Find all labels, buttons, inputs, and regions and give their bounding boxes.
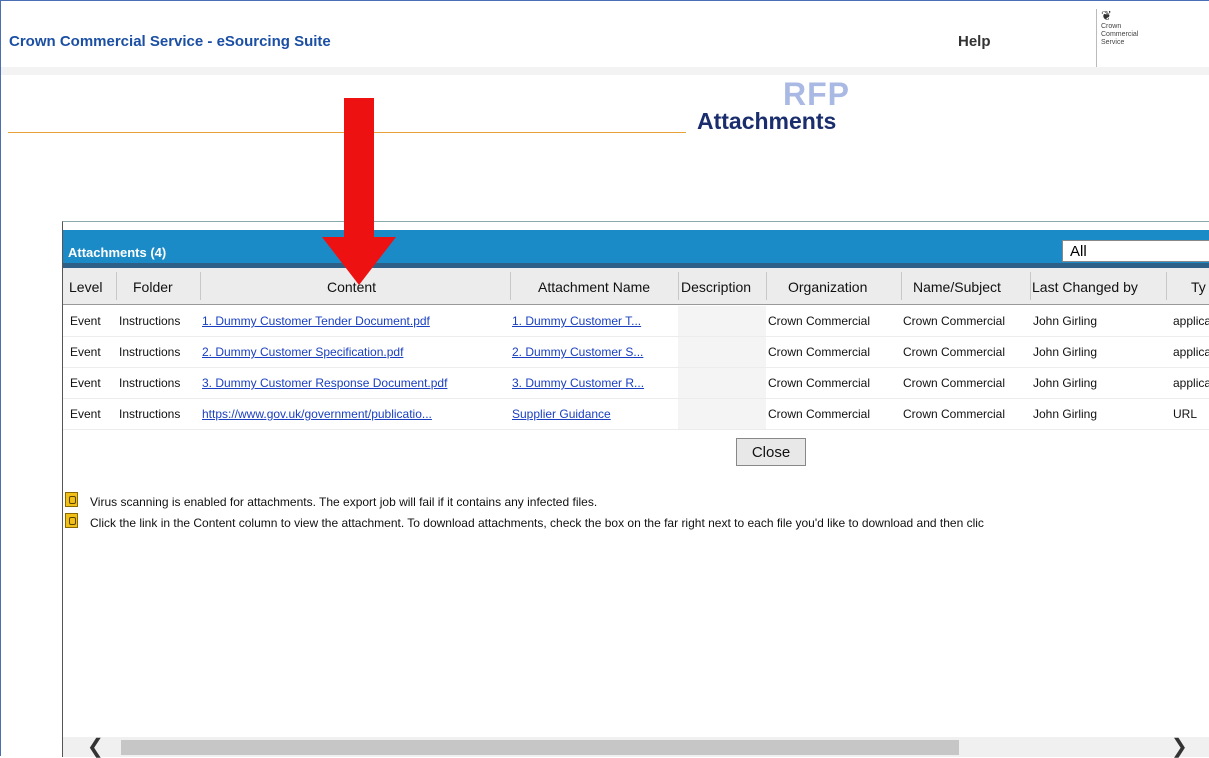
column-separator: [1030, 272, 1031, 300]
filter-dropdown[interactable]: All: [1062, 240, 1209, 262]
cell-last-changed-by: John Girling: [1033, 314, 1098, 328]
cell-type: applica: [1173, 345, 1209, 359]
attachments-dialog: Attachments (4) All Level Folder Content…: [62, 221, 1209, 757]
attachment-name-link[interactable]: Supplier Guidance: [512, 407, 611, 421]
column-separator: [1166, 272, 1167, 300]
column-header-last-changed-by[interactable]: Last Changed by: [1032, 279, 1138, 295]
cell-folder: Instructions: [119, 376, 181, 390]
attachment-name-link[interactable]: 2. Dummy Customer S...: [512, 345, 643, 359]
note-text: Click the link in the Content column to …: [90, 516, 984, 530]
cell-level: Event: [70, 345, 101, 359]
note-icon: [65, 513, 78, 528]
cell-organization: Crown Commercial: [768, 345, 871, 359]
dialog-header: Attachments (4) All: [63, 230, 1209, 263]
window-frame-left: [0, 0, 1, 756]
help-link[interactable]: Help: [958, 33, 991, 50]
horizontal-scrollbar[interactable]: ❮ ❯: [63, 737, 1209, 757]
column-separator: [766, 272, 767, 300]
column-separator: [200, 272, 201, 300]
column-header-organization[interactable]: Organization: [788, 279, 867, 295]
content-link[interactable]: 1. Dummy Customer Tender Document.pdf: [202, 314, 430, 328]
app-title[interactable]: Crown Commercial Service - eSourcing Sui…: [9, 33, 331, 50]
cell-level: Event: [70, 376, 101, 390]
column-header-description[interactable]: Description: [681, 279, 751, 295]
cell-last-changed-by: John Girling: [1033, 407, 1098, 421]
cell-level: Event: [70, 314, 101, 328]
cell-last-changed-by: John Girling: [1033, 376, 1098, 390]
column-separator: [901, 272, 902, 300]
content-link[interactable]: 3. Dummy Customer Response Document.pdf: [202, 376, 447, 390]
crown-commercial-logo: ❦ Crown Commercial Service: [1096, 9, 1161, 67]
column-header-level[interactable]: Level: [69, 279, 102, 295]
column-separator: [510, 272, 511, 300]
app-header: Crown Commercial Service - eSourcing Sui…: [1, 1, 1209, 69]
column-header-attachment-name[interactable]: Attachment Name: [538, 279, 650, 295]
description-cell-shade: [678, 337, 766, 367]
crest-icon: ❦: [1101, 8, 1112, 23]
table-row: Event Instructions https://www.gov.uk/go…: [63, 399, 1209, 430]
page-title: Attachments: [697, 108, 837, 134]
column-header-folder[interactable]: Folder: [133, 279, 173, 295]
logo-line-2: Commercial: [1101, 31, 1139, 38]
cell-name-subject: Crown Commercial: [903, 407, 1006, 421]
cell-type: applica: [1173, 314, 1209, 328]
description-cell-shade: [678, 306, 766, 336]
cell-folder: Instructions: [119, 407, 181, 421]
annotation-arrow-head: [322, 237, 396, 285]
cell-name-subject: Crown Commercial: [903, 376, 1006, 390]
cell-organization: Crown Commercial: [768, 407, 871, 421]
column-separator: [116, 272, 117, 300]
cell-folder: Instructions: [119, 345, 181, 359]
column-separator: [678, 272, 679, 300]
scroll-right-arrow-icon[interactable]: ❯: [1171, 737, 1188, 757]
logo-line-1: Crown: [1101, 23, 1122, 30]
column-header-type[interactable]: Ty: [1191, 279, 1206, 295]
note-icon: [65, 492, 78, 507]
cell-organization: Crown Commercial: [768, 314, 871, 328]
cell-name-subject: Crown Commercial: [903, 314, 1006, 328]
cell-folder: Instructions: [119, 314, 181, 328]
header-divider-band: [1, 67, 1209, 75]
description-cell-shade: [678, 368, 766, 398]
note-text: Virus scanning is enabled for attachment…: [90, 495, 598, 509]
annotation-arrow-shaft: [344, 98, 374, 238]
cell-type: applica: [1173, 376, 1209, 390]
dialog-title: Attachments (4): [68, 245, 167, 260]
cell-last-changed-by: John Girling: [1033, 345, 1098, 359]
description-cell-shade: [678, 399, 766, 429]
cell-organization: Crown Commercial: [768, 376, 871, 390]
content-link[interactable]: https://www.gov.uk/government/publicatio…: [202, 407, 432, 421]
attachment-name-link[interactable]: 3. Dummy Customer R...: [512, 376, 644, 390]
column-header-name-subject[interactable]: Name/Subject: [913, 279, 1001, 295]
table-row: Event Instructions 1. Dummy Customer Ten…: [63, 306, 1209, 337]
cell-type: URL: [1173, 407, 1198, 421]
content-link[interactable]: 2. Dummy Customer Specification.pdf: [202, 345, 403, 359]
attachment-name-link[interactable]: 1. Dummy Customer T...: [512, 314, 641, 328]
scrollbar-thumb[interactable]: [121, 740, 959, 755]
table-header: Level Folder Content Attachment Name Des…: [63, 268, 1209, 305]
close-button[interactable]: Close: [736, 438, 806, 466]
scroll-left-arrow-icon[interactable]: ❮: [87, 737, 104, 757]
logo-line-3: Service: [1101, 39, 1125, 46]
cell-level: Event: [70, 407, 101, 421]
table-row: Event Instructions 2. Dummy Customer Spe…: [63, 337, 1209, 368]
table-row: Event Instructions 3. Dummy Customer Res…: [63, 368, 1209, 399]
cell-name-subject: Crown Commercial: [903, 345, 1006, 359]
